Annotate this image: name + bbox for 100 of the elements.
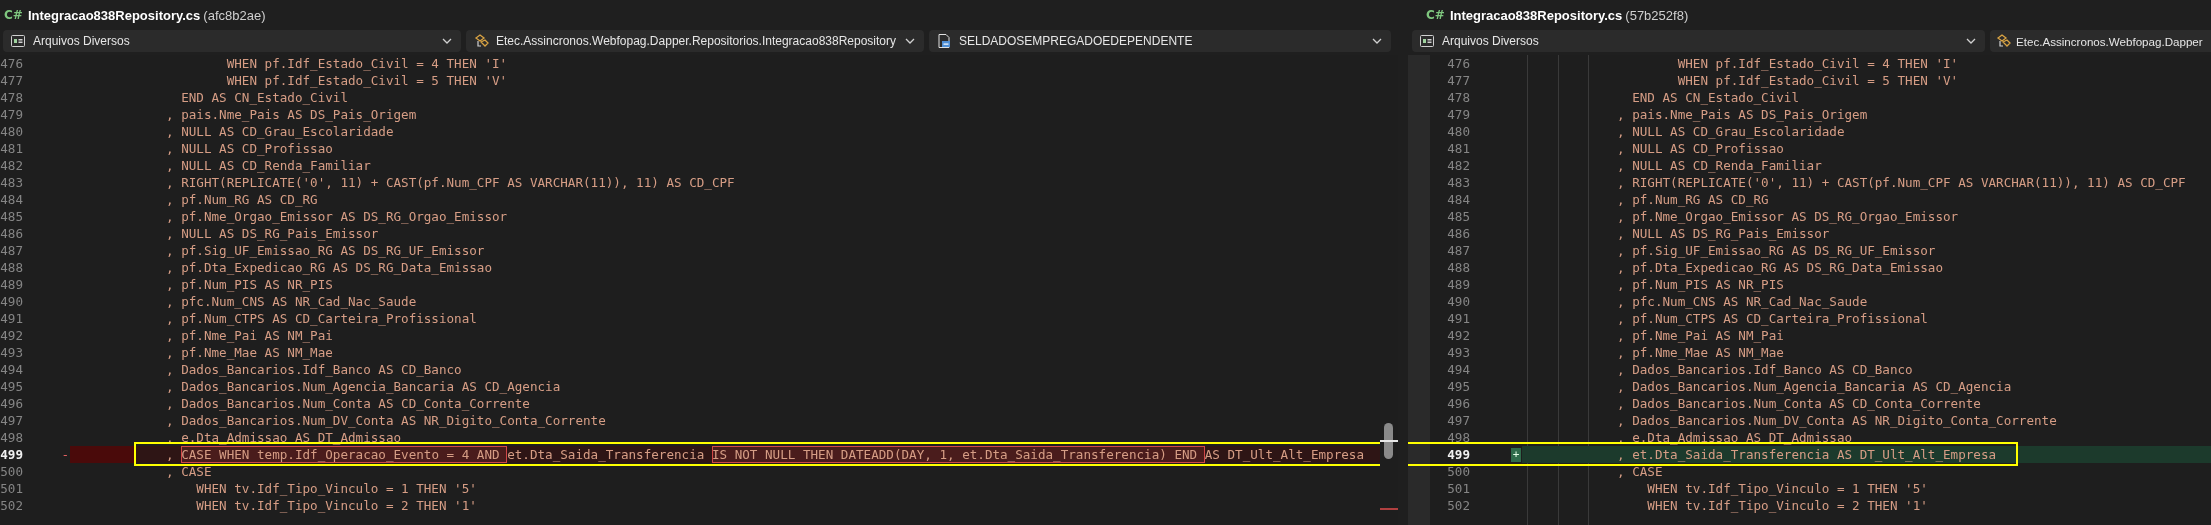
diff-marker: - (61, 447, 70, 462)
line-number: 498 (1446, 430, 1470, 445)
line-number: 500 (0, 464, 23, 479)
line-number: 487 (0, 243, 23, 258)
code-text: , NULL AS DS_RG_Pais_Emissor (1617, 226, 1830, 241)
code-text: , pf.Nme_Mae AS NM_Mae (166, 345, 333, 360)
code-text: , Dados_Bancarios.Num_DV_Conta AS NR_Digito_Conta_Corrente (1617, 413, 2057, 428)
line-number: 497 (0, 413, 23, 428)
code-text: , pf.Dta_Expedicao_RG AS DS_RG_Data_Emissao (166, 260, 493, 275)
code-text: WHEN pf.Idf_Estado_Civil = 4 THEN 'I' (225, 56, 508, 71)
line-number: 479 (1446, 107, 1470, 122)
line-number: 480 (1446, 124, 1470, 139)
line-number: 483 (0, 175, 23, 190)
line-number: 488 (0, 260, 23, 275)
line-number: 477 (1446, 73, 1470, 88)
code-text: , pf.Num_CTPS AS CD_Carteira_Profissional (166, 311, 477, 326)
line-number: 494 (1446, 362, 1470, 377)
code-text: , pf.Nme_Orgao_Emissor AS DS_RG_Orgao_Emissor (166, 209, 508, 224)
line-number: 491 (1446, 311, 1470, 326)
code-text: END AS CN_Estado_Civil (1631, 90, 1799, 105)
code-text: , pfc.Num_CNS AS NR_Cad_Nac_Saude (1617, 294, 1868, 309)
code-text: , NULL AS CD_Renda_Familiar (1617, 158, 1822, 173)
line-number: 478 (0, 90, 23, 105)
code-text: , pf.Dta_Expedicao_RG AS DS_RG_Data_Emissao (1617, 260, 1944, 275)
line-number: 490 (0, 294, 23, 309)
code-text: WHEN tv.Idf_Tipo_Vinculo = 2 THEN '1' (1646, 498, 1928, 513)
file-name: Integracao838Repository.cs (1449, 7, 1623, 23)
line-number: 495 (1446, 379, 1470, 394)
code-text: , pf.Nme_Pai AS NM_Pai (1617, 328, 1784, 343)
code-text: , NULL AS CD_Renda_Familiar (166, 158, 371, 173)
line-number: 486 (0, 226, 23, 241)
changed-code-text: CASE WHEN temp.Idf_Operacao_Evento = 4 AND (181, 446, 508, 463)
dropdown[interactable]: Etec.Assincronos.Webfopag.Dapper.Repositorios.Integracao838Repository (466, 30, 924, 52)
line-number: 498 (0, 430, 23, 445)
code-text: , Dados_Bancarios.Num_Agencia_Bancaria AS CD_Agencia (1617, 379, 2012, 394)
code-text: , NULL AS CD_Grau_Escolaridade (166, 124, 394, 139)
line-number: 482 (1446, 158, 1470, 173)
dropdown[interactable]: Arquivos Diversos (1412, 30, 1985, 52)
line-number: 494 (0, 362, 23, 377)
language-label: C# (1426, 8, 1445, 22)
change-mark (1380, 508, 1398, 510)
line-number: 479 (0, 107, 23, 122)
line-number: 485 (1446, 209, 1470, 224)
line-number: 488 (1446, 260, 1470, 275)
caret-position-mark (1380, 440, 1398, 442)
dropdown[interactable]: Etec.Assincronos.Webfopag.Dapper (1990, 30, 2211, 52)
code-text: WHEN pf.Idf_Estado_Civil = 5 THEN 'V' (225, 73, 508, 88)
line-number: 499 (0, 447, 23, 462)
code-text: , Dados_Bancarios.Num_DV_Conta AS NR_Digito_Conta_Corrente (166, 413, 606, 428)
line-number: 476 (1446, 56, 1470, 71)
code-text: , pais.Nme_Pais AS DS_Pais_Origem (1617, 107, 1868, 122)
project-icon (1419, 33, 1435, 49)
code-text: , NULL AS DS_RG_Pais_Emissor (166, 226, 379, 241)
code-text: WHEN pf.Idf_Estado_Civil = 4 THEN 'I' (1676, 56, 1959, 71)
code-text: , Dados_Bancarios.Idf_Banco AS CD_Banco (1617, 362, 1913, 377)
line-number: 481 (1446, 141, 1470, 156)
code-text: , pf.Num_RG AS CD_RG (166, 192, 318, 207)
line-number: 501 (0, 481, 23, 496)
scrollbar-thumb[interactable] (1384, 423, 1393, 459)
code-text: , pf.Num_CTPS AS CD_Carteira_Profissional (1617, 311, 1928, 326)
code-text: , Dados_Bancarios.Num_Agencia_Bancaria AS CD_Agencia (166, 379, 561, 394)
code-text: , (166, 447, 175, 462)
line-number: 486 (1446, 226, 1470, 241)
line-number: 489 (1446, 277, 1470, 292)
dropdown[interactable]: Arquivos Diversos (3, 30, 461, 52)
line-number: 493 (0, 345, 23, 360)
code-text: , NULL AS CD_Grau_Escolaridade (1617, 124, 1845, 139)
code-text: , e.Dta_Admissao AS DT_Admissao (1617, 430, 1853, 445)
line-number: 478 (1446, 90, 1470, 105)
line-number: 492 (0, 328, 23, 343)
code-text: , pf.Nme_Pai AS NM_Pai (166, 328, 333, 343)
code-text: , pfc.Num_CNS AS NR_Cad_Nac_Saude (166, 294, 417, 309)
line-number: 480 (0, 124, 23, 139)
code-text: , pf.Nme_Orgao_Emissor AS DS_RG_Orgao_Emissor (1617, 209, 1959, 224)
line-number: 496 (1446, 396, 1470, 411)
code-text: , pf.Sig_UF_Emissao_RG AS DS_RG_UF_Emissor (166, 243, 485, 258)
line-number: 477 (0, 73, 23, 88)
code-text: , pf.Sig_UF_Emissao_RG AS DS_RG_UF_Emissor (1617, 243, 1936, 258)
code-text: END AS CN_Estado_Civil (180, 90, 348, 105)
line-number: 484 (1446, 192, 1470, 207)
line-number: 500 (1446, 464, 1470, 479)
class-structure-icon (1995, 33, 2011, 49)
code-text: , pais.Nme_Pais AS DS_Pais_Origem (166, 107, 417, 122)
code-text: , pf.Num_RG AS CD_RG (1617, 192, 1769, 207)
code-text: AS DT_Ult_Alt_Empresa (1204, 447, 1364, 462)
line-number: 491 (0, 311, 23, 326)
code-text: WHEN tv.Idf_Tipo_Vinculo = 1 THEN '5' (195, 481, 477, 496)
line-number: 482 (0, 158, 23, 173)
line-number: 489 (0, 277, 23, 292)
commit-hash: (afc8b2ae) (203, 7, 266, 23)
line-number: 497 (1446, 413, 1470, 428)
line-number: 484 (0, 192, 23, 207)
dropdown[interactable]: SELDADOSEMPREGADOEDEPENDENTE (929, 30, 1391, 52)
code-text: , CASE (166, 464, 212, 479)
class-structure-icon (473, 33, 489, 49)
line-number: 501 (1446, 481, 1470, 496)
code-text: et.Dta_Saida_Transferencia (507, 447, 706, 462)
line-number: 476 (0, 56, 23, 71)
line-number: 490 (1446, 294, 1470, 309)
code-text: WHEN tv.Idf_Tipo_Vinculo = 2 THEN '1' (195, 498, 477, 513)
